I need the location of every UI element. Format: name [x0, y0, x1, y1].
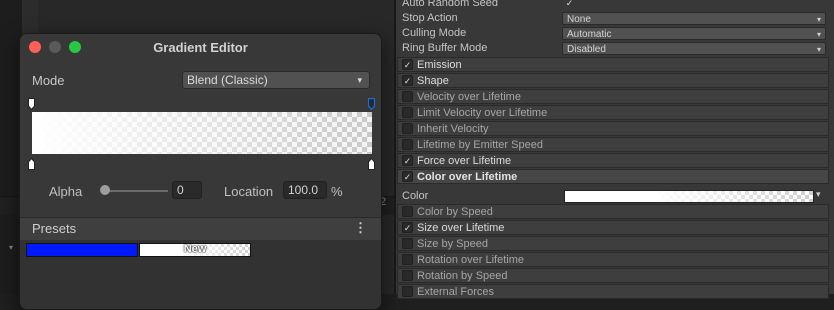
presets-list: New: [20, 240, 381, 309]
module-label: Shape: [417, 75, 449, 87]
location-label: Location: [224, 184, 274, 199]
module-enable-checkbox[interactable]: ✓: [402, 75, 413, 86]
alpha-slider-track[interactable]: [104, 190, 168, 192]
mode-dropdown[interactable]: Blend (Classic) ▾: [182, 71, 370, 89]
module-label: Rotation over Lifetime: [417, 254, 524, 266]
alpha-label: Alpha: [49, 184, 83, 199]
alpha-slider-handle[interactable]: [100, 185, 110, 195]
module-enable-checkbox[interactable]: [402, 206, 413, 217]
module-emission[interactable]: ✓ Emission: [397, 57, 829, 72]
module-lifetime-by-emitter-speed[interactable]: Lifetime by Emitter Speed: [397, 137, 829, 152]
prop-label: Ring Buffer Mode: [402, 42, 488, 54]
module-enable-checkbox[interactable]: ✓: [402, 171, 413, 182]
prop-label: Auto Random Seed: [402, 0, 499, 9]
module-size-by-speed[interactable]: Size by Speed: [397, 236, 829, 251]
preset-new-swatch[interactable]: New: [139, 243, 251, 257]
chevron-down-icon: ▾: [816, 45, 821, 54]
module-rotation-over-lifetime[interactable]: Rotation over Lifetime: [397, 252, 829, 267]
module-enable-checkbox[interactable]: ✓: [402, 59, 413, 70]
module-label: Lifetime by Emitter Speed: [417, 139, 543, 151]
module-color-over-lifetime[interactable]: ✓ Color over Lifetime: [397, 169, 829, 184]
module-label: Inherit Velocity: [417, 123, 489, 135]
module-enable-checkbox[interactable]: [402, 286, 413, 297]
module-enable-checkbox[interactable]: [402, 254, 413, 265]
module-label: Color over Lifetime: [417, 171, 518, 183]
module-enable-checkbox[interactable]: [402, 107, 413, 118]
gradient-editor-window: Gradient Editor Mode Blend (Classic) ▾ A…: [19, 33, 382, 310]
module-label: Color by Speed: [417, 206, 493, 218]
module-label: Emission: [417, 59, 462, 71]
alpha-key-start[interactable]: [28, 98, 35, 110]
chevron-down-icon: ▾: [357, 75, 362, 85]
module-enable-checkbox[interactable]: [402, 139, 413, 150]
module-rotation-by-speed[interactable]: Rotation by Speed: [397, 268, 829, 283]
prop-label: Stop Action: [402, 12, 458, 24]
module-force-over-lifetime[interactable]: ✓ Force over Lifetime: [397, 153, 829, 168]
location-unit: %: [331, 184, 343, 199]
prop-ring-buffer-mode: Ring Buffer Mode Disabled ▾: [396, 41, 834, 56]
window-titlebar[interactable]: Gradient Editor: [20, 34, 381, 60]
module-shape[interactable]: ✓ Shape: [397, 73, 829, 88]
mode-value: Blend (Classic): [187, 73, 268, 87]
presets-label: Presets: [32, 221, 77, 236]
color-label: Color: [402, 190, 429, 202]
prop-label: Culling Mode: [402, 27, 467, 39]
presets-header[interactable]: Presets ⋮: [20, 217, 381, 241]
module-enable-checkbox[interactable]: [402, 270, 413, 281]
module-label: External Forces: [417, 286, 495, 298]
location-value-field[interactable]: 100.0: [283, 181, 327, 199]
module-label: Force over Lifetime: [417, 155, 512, 167]
module-enable-checkbox[interactable]: ✓: [402, 222, 413, 233]
preset-new-label: New: [183, 243, 207, 255]
module-label: Rotation by Speed: [417, 270, 508, 282]
alpha-key-end-selected[interactable]: [368, 98, 375, 110]
ring-buffer-mode-dropdown[interactable]: Disabled ▾: [562, 42, 826, 55]
color-key-end[interactable]: [368, 158, 375, 170]
dropdown-value: Disabled: [567, 44, 606, 55]
mode-label: Mode: [32, 73, 65, 88]
inspector-panel: Auto Random Seed ✓ Stop Action None ▾ Cu…: [396, 0, 834, 299]
gradient-preview-bar[interactable]: [32, 112, 372, 154]
module-enable-checkbox[interactable]: [402, 238, 413, 249]
stop-action-dropdown[interactable]: None ▾: [562, 12, 826, 25]
module-inherit-velocity[interactable]: Inherit Velocity: [397, 121, 829, 136]
module-label: Size by Speed: [417, 238, 488, 250]
module-size-over-lifetime[interactable]: ✓ Size over Lifetime: [397, 220, 829, 235]
module-limit-velocity-over-lifetime[interactable]: Limit Velocity over Lifetime: [397, 105, 829, 120]
chevron-down-icon[interactable]: ▾: [816, 189, 821, 200]
alpha-value-field[interactable]: 0: [172, 181, 202, 199]
prop-auto-random-seed: Auto Random Seed ✓: [396, 0, 834, 11]
dropdown-value: None: [567, 14, 591, 25]
module-external-forces[interactable]: External Forces: [397, 284, 829, 299]
chevron-down-icon: ▾: [816, 15, 821, 24]
module-label: Limit Velocity over Lifetime: [417, 107, 548, 119]
module-label: Size over Lifetime: [417, 222, 505, 234]
module-color-by-speed[interactable]: Color by Speed: [397, 204, 829, 219]
auto-random-seed-checkbox[interactable]: ✓: [564, 0, 575, 9]
module-enable-checkbox[interactable]: [402, 91, 413, 102]
module-enable-checkbox[interactable]: ✓: [402, 155, 413, 166]
chevron-down-icon: ▾: [816, 30, 821, 39]
module-velocity-over-lifetime[interactable]: Velocity over Lifetime: [397, 89, 829, 104]
more-options-icon[interactable]: ⋮: [354, 220, 367, 236]
culling-mode-dropdown[interactable]: Automatic ▾: [562, 27, 826, 40]
module-label: Velocity over Lifetime: [417, 91, 521, 103]
preset-blue-swatch[interactable]: [26, 243, 138, 257]
prop-stop-action: Stop Action None ▾: [396, 11, 834, 26]
color-key-start[interactable]: [28, 158, 35, 170]
color-property-row: Color ▾: [396, 186, 834, 206]
window-title: Gradient Editor: [153, 40, 248, 55]
prop-culling-mode: Culling Mode Automatic ▾: [396, 26, 834, 41]
foldout-icon[interactable]: ▾: [9, 243, 13, 252]
dropdown-value: Automatic: [567, 29, 612, 40]
color-gradient-swatch[interactable]: [564, 190, 814, 203]
module-enable-checkbox[interactable]: [402, 123, 413, 134]
